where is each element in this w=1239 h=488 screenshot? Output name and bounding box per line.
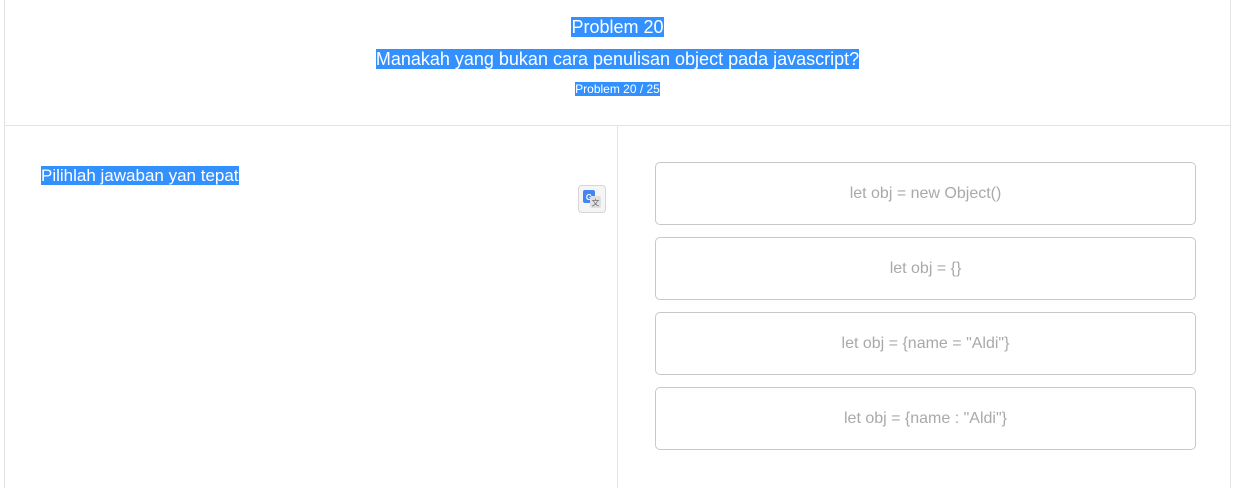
answer-option-2[interactable]: let obj = {}: [655, 237, 1196, 300]
problem-counter: Problem 20 / 25: [575, 82, 660, 96]
svg-text:文: 文: [592, 198, 600, 208]
problem-header: Problem 20 Manakah yang bukan cara penul…: [5, 0, 1230, 126]
answer-option-3[interactable]: let obj = {name = "Aldi"}: [655, 312, 1196, 375]
translate-button[interactable]: G 文: [578, 185, 606, 213]
answer-option-1[interactable]: let obj = new Object(): [655, 162, 1196, 225]
google-translate-icon: G 文: [583, 190, 601, 208]
problem-title: Problem 20: [571, 17, 664, 37]
answer-options: let obj = new Object() let obj = {} let …: [655, 162, 1196, 462]
quiz-frame: Problem 20 Manakah yang bukan cara penul…: [4, 0, 1231, 488]
instruction-pane: Pilihlah jawaban yan tepat G 文: [5, 126, 618, 488]
question-text: Manakah yang bukan cara penulisan object…: [375, 49, 860, 69]
answer-option-4[interactable]: let obj = {name : "Aldi"}: [655, 387, 1196, 450]
instruction-text: Pilihlah jawaban yan tepat: [41, 166, 239, 185]
